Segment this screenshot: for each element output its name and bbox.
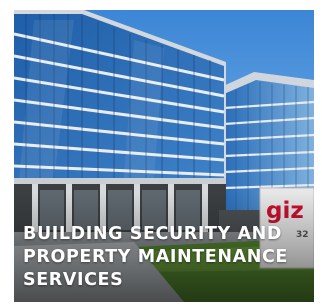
service-title[interactable]: BUILDING SECURITY AND PROPERTY MAINTENAN…	[23, 223, 308, 292]
